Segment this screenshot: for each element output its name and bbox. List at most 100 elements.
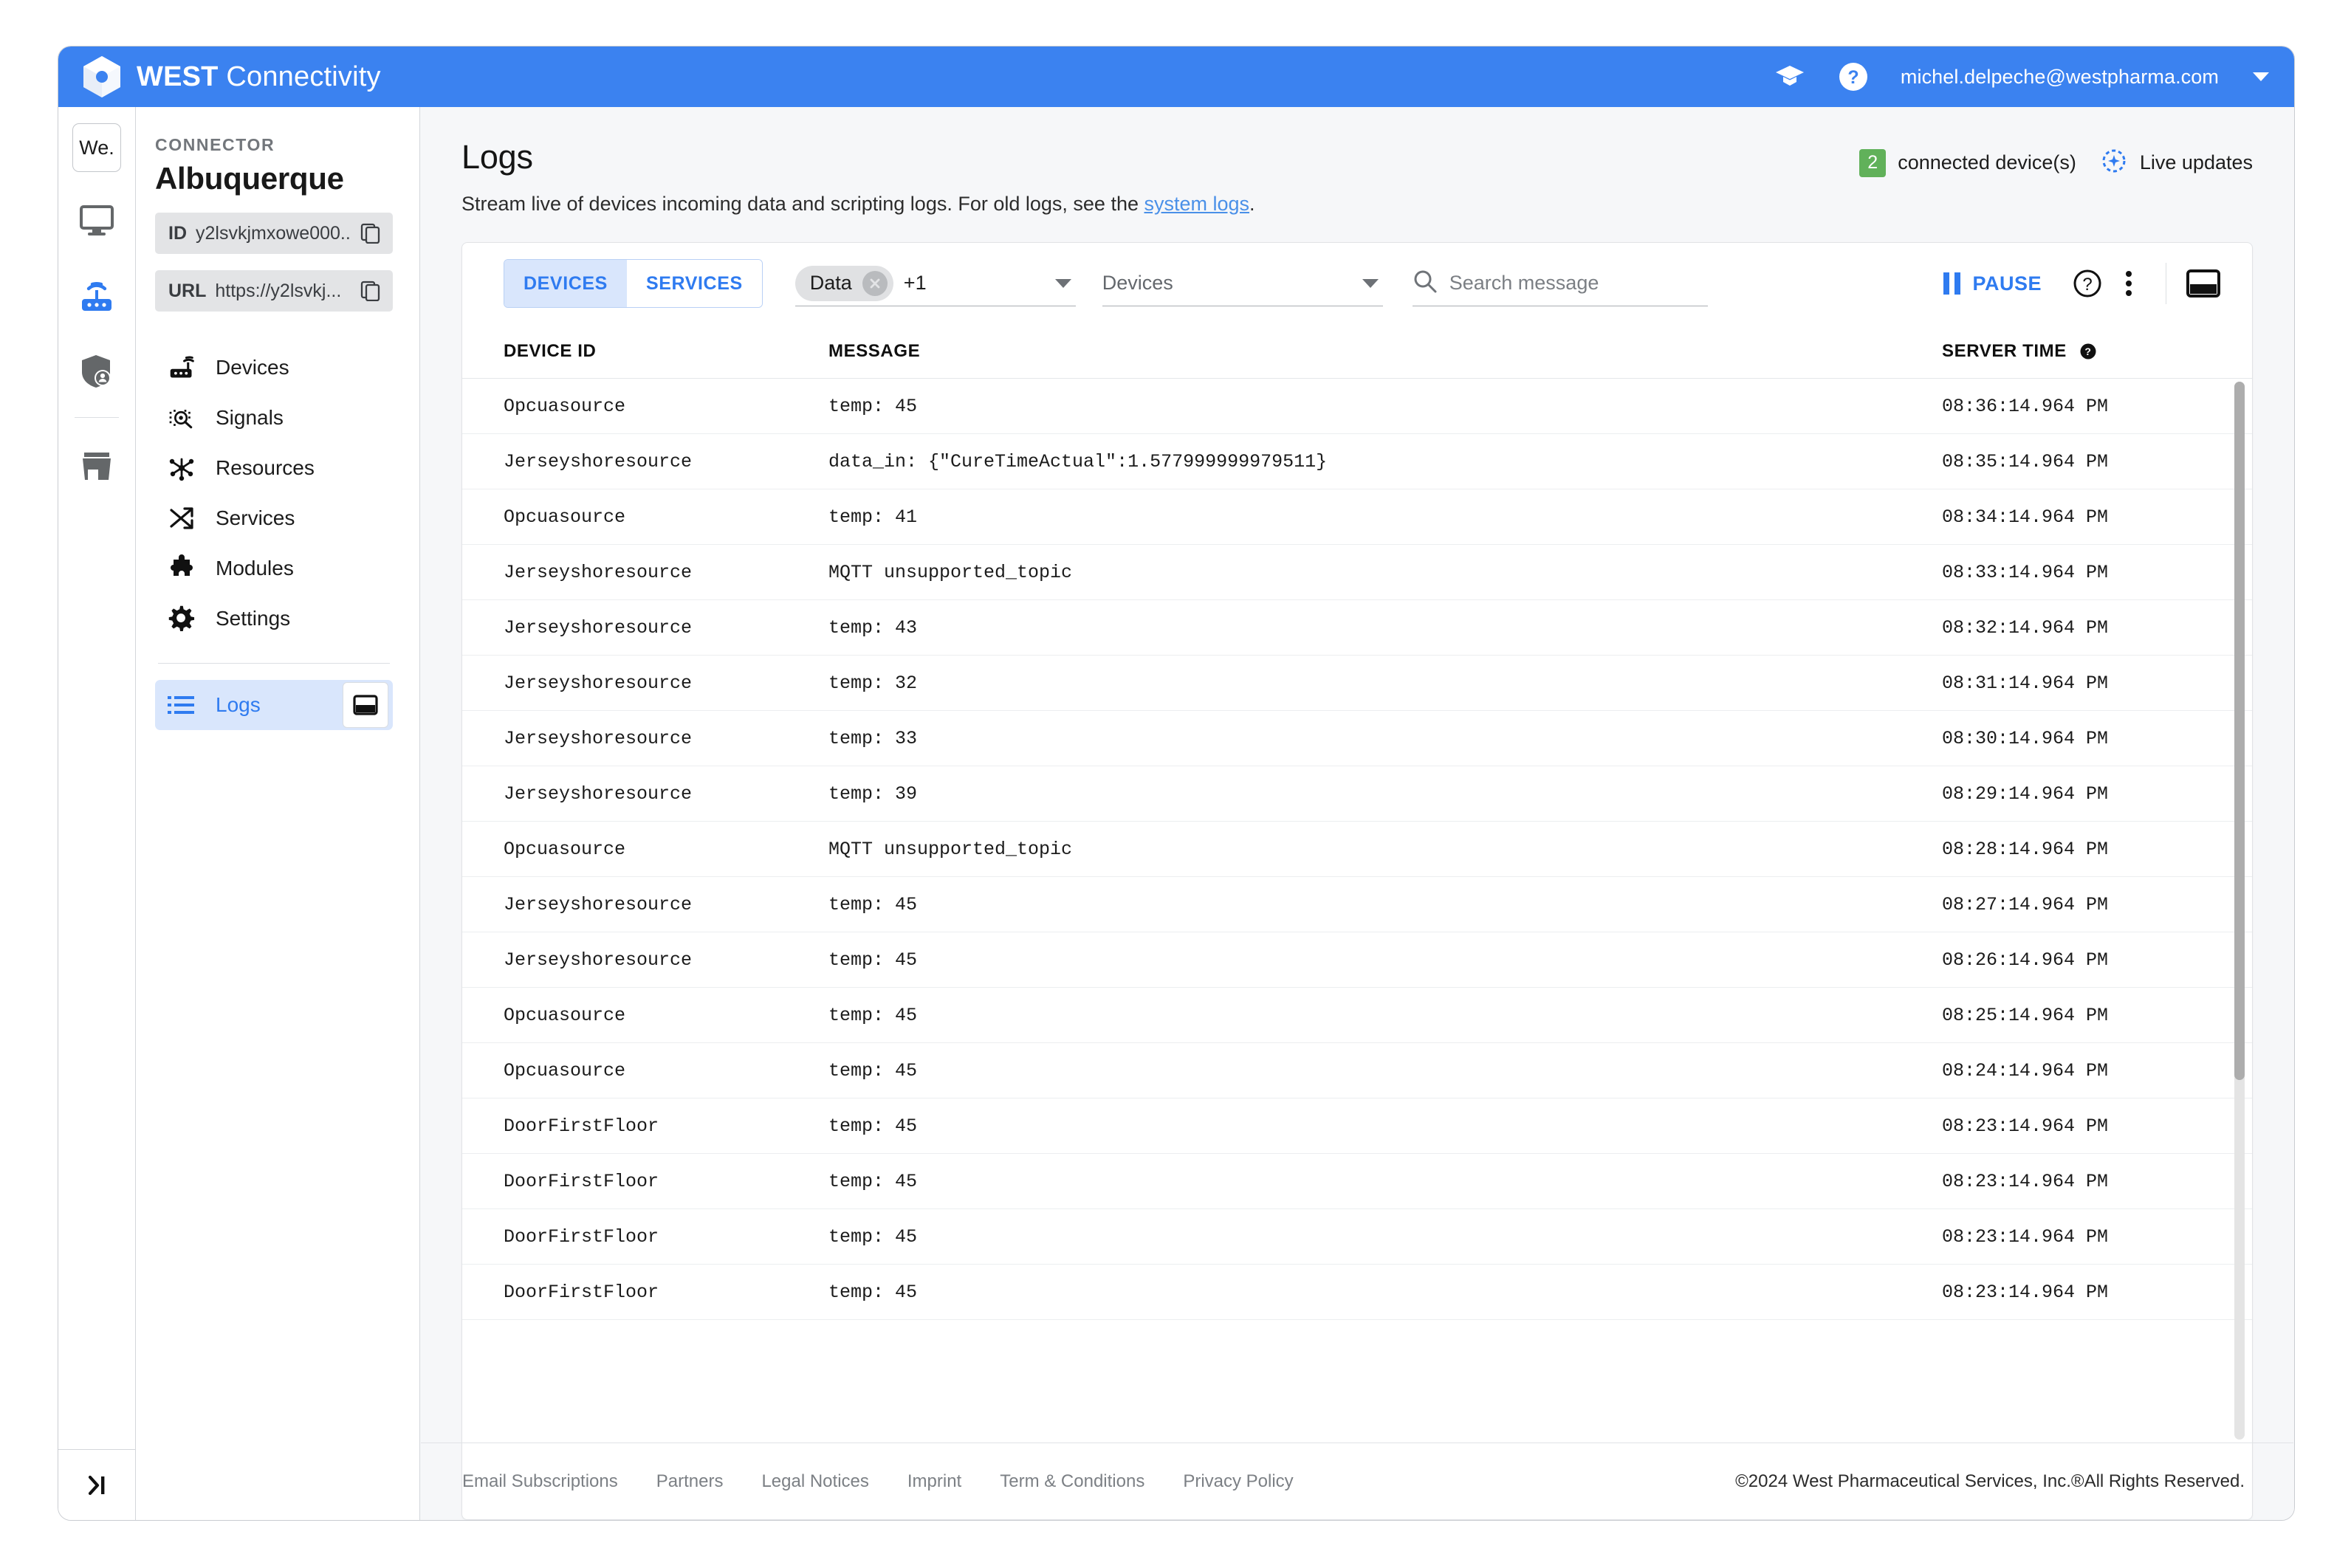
table-row[interactable]: Jerseyshoresource temp: 39 08:29:14.964 PM xyxy=(462,766,2252,822)
cell-server-time: 08:24:14.964 PM xyxy=(1942,1059,2109,1082)
system-logs-link[interactable]: system logs xyxy=(1144,193,1249,215)
cell-message: MQTT unsupported_topic xyxy=(828,561,1073,583)
cell-device-id: Jerseyshoresource xyxy=(504,672,693,694)
table-row[interactable]: DoorFirstFloor temp: 45 08:23:14.964 PM xyxy=(462,1209,2252,1265)
collapse-panel-icon[interactable] xyxy=(58,1449,135,1520)
user-email[interactable]: michel.delpeche@westpharma.com xyxy=(1901,66,2219,89)
brand[interactable]: WEST Connectivity xyxy=(82,55,381,98)
table-row[interactable]: Jerseyshoresource temp: 43 08:32:14.964 PM xyxy=(462,600,2252,656)
cell-message: temp: 33 xyxy=(828,727,918,749)
table-row[interactable]: Opcuasource MQTT unsupported_topic 08:28:1… xyxy=(462,822,2252,877)
tab-devices[interactable]: DEVICES xyxy=(504,260,627,307)
brand-light: Connectivity xyxy=(226,61,381,92)
footer-link[interactable]: Email Subscriptions xyxy=(462,1471,618,1492)
router-icon[interactable] xyxy=(70,269,123,323)
cell-device-id: Jerseyshoresource xyxy=(504,616,693,639)
live-updates-label: Live updates xyxy=(2139,151,2253,173)
sidebar-item-devices[interactable]: Devices xyxy=(155,343,393,393)
table-row[interactable]: Opcuasource temp: 45 08:25:14.964 PM xyxy=(462,988,2252,1043)
table-row[interactable]: Jerseyshoresource temp: 32 08:31:14.964 PM xyxy=(462,656,2252,711)
table-row[interactable]: DoorFirstFloor temp: 45 08:23:14.964 PM xyxy=(462,1154,2252,1209)
table-row[interactable]: Opcuasource temp: 41 08:34:14.964 PM xyxy=(462,489,2252,545)
graduation-cap-icon[interactable] xyxy=(1774,61,1806,93)
cell-server-time: 08:35:14.964 PM xyxy=(1942,450,2109,472)
chip-close-icon[interactable] xyxy=(862,270,888,296)
copy-icon[interactable] xyxy=(360,281,381,302)
sidebar-item-logs[interactable]: Logs xyxy=(155,680,393,730)
filter-chip[interactable]: Data xyxy=(794,265,893,301)
chevron-down-icon[interactable] xyxy=(1362,278,1379,288)
footer-link[interactable]: Partners xyxy=(656,1471,724,1492)
table-row[interactable]: Opcuasource temp: 45 08:24:14.964 PM xyxy=(462,1043,2252,1098)
rail-divider xyxy=(75,417,119,418)
sidebar-item-settings[interactable]: Settings xyxy=(155,594,393,644)
devices-select[interactable]: Devices xyxy=(1102,261,1383,306)
table-row[interactable]: Jerseyshoresource temp: 33 08:30:14.964 PM xyxy=(462,711,2252,766)
sidebar-item-label: Logs xyxy=(216,693,261,716)
help-circle-icon[interactable]: ? xyxy=(2067,263,2108,304)
cell-message: temp: 41 xyxy=(828,506,918,528)
help-circle-icon[interactable]: ? xyxy=(1837,61,1870,93)
open-window-icon[interactable] xyxy=(343,682,388,728)
monitor-icon[interactable] xyxy=(70,194,123,247)
search-message-field[interactable]: Search message xyxy=(1412,261,1708,306)
table-row[interactable]: Jerseyshoresource temp: 45 08:26:14.964 PM xyxy=(462,932,2252,988)
cell-device-id: DoorFirstFloor xyxy=(504,1170,659,1192)
tab-services[interactable]: SERVICES xyxy=(626,260,762,307)
shield-user-icon[interactable] xyxy=(70,345,123,398)
table-scrollbar-thumb[interactable] xyxy=(2234,382,2245,1080)
footer-link[interactable]: Imprint xyxy=(907,1471,961,1492)
live-updates-toggle[interactable]: Live updates xyxy=(2100,147,2253,179)
tenant-badge[interactable]: We. xyxy=(72,123,121,172)
filter-extra-count: +1 xyxy=(903,272,927,294)
sidebar-item-services[interactable]: Services xyxy=(155,493,393,543)
table-scrollbar[interactable] xyxy=(2234,382,2245,1440)
search-input[interactable]: Search message xyxy=(1449,272,1599,295)
open-window-icon[interactable] xyxy=(2183,263,2224,304)
connector-id-field[interactable]: ID y2lsvkjmxowe000... xyxy=(155,213,393,254)
sidebar-item-label: Resources xyxy=(216,456,315,479)
connector-id-value: y2lsvkjmxowe000... xyxy=(196,222,351,244)
storefront-icon[interactable] xyxy=(70,440,123,493)
page-subtitle-after: . xyxy=(1249,193,1255,215)
cell-message: temp: 45 xyxy=(828,949,918,971)
cell-message: data_in: {"CureTimeActual":1.57799999997… xyxy=(828,450,1328,472)
more-vertical-icon[interactable] xyxy=(2108,263,2149,304)
cell-device-id: Jerseyshoresource xyxy=(504,450,693,472)
table-body: Opcuasource temp: 45 08:36:14.964 PM Jersey… xyxy=(462,379,2252,1320)
pause-button[interactable]: PAUSE xyxy=(1943,272,2042,295)
west-logo-icon xyxy=(83,56,120,97)
copy-icon[interactable] xyxy=(360,223,381,244)
cell-device-id: Jerseyshoresource xyxy=(504,727,693,749)
connector-url-field[interactable]: URL https://y2lsvkj... xyxy=(155,270,393,312)
footer-link[interactable]: Legal Notices xyxy=(761,1471,868,1492)
column-header-message: MESSAGE xyxy=(828,340,921,361)
footer-link[interactable]: Term & Conditions xyxy=(1000,1471,1144,1492)
table-row[interactable]: Opcuasource temp: 45 08:36:14.964 PM xyxy=(462,379,2252,434)
chevron-down-icon[interactable] xyxy=(2253,72,2269,81)
cell-message: MQTT unsupported_topic xyxy=(828,838,1073,860)
pause-icon xyxy=(1943,272,1961,295)
chevron-down-icon[interactable] xyxy=(1054,278,1071,288)
sidebar-item-label: Settings xyxy=(216,607,291,630)
source-type-tabs: DEVICES SERVICES xyxy=(504,259,763,308)
cell-message: temp: 39 xyxy=(828,783,918,805)
sidebar-item-modules[interactable]: Modules xyxy=(155,543,393,594)
footer: Email Subscriptions Partners Legal Notic… xyxy=(421,1443,2293,1519)
help-circle-icon[interactable]: ? xyxy=(2079,343,2097,360)
log-type-filter[interactable]: Data +1 xyxy=(794,261,1076,306)
connected-devices: 2 connected device(s) xyxy=(1859,148,2076,177)
nav-divider xyxy=(158,663,390,664)
cell-device-id: Jerseyshoresource xyxy=(504,561,693,583)
cell-server-time: 08:29:14.964 PM xyxy=(1942,783,2109,805)
pause-button-label: PAUSE xyxy=(1972,272,2042,295)
footer-link[interactable]: Privacy Policy xyxy=(1183,1471,1293,1492)
cell-device-id: Jerseyshoresource xyxy=(504,949,693,971)
table-row[interactable]: DoorFirstFloor temp: 45 08:23:14.964 PM xyxy=(462,1098,2252,1154)
sidebar-item-signals[interactable]: Signals xyxy=(155,393,393,443)
sidebar-item-resources[interactable]: Resources xyxy=(155,443,393,493)
table-row[interactable]: Jerseyshoresource data_in: {"CureTimeActu… xyxy=(462,434,2252,489)
table-row[interactable]: Jerseyshoresource MQTT unsupported_topic 0… xyxy=(462,545,2252,600)
table-row[interactable]: Jerseyshoresource temp: 45 08:27:14.964 PM xyxy=(462,877,2252,932)
table-row[interactable]: DoorFirstFloor temp: 45 08:23:14.964 PM xyxy=(462,1265,2252,1320)
